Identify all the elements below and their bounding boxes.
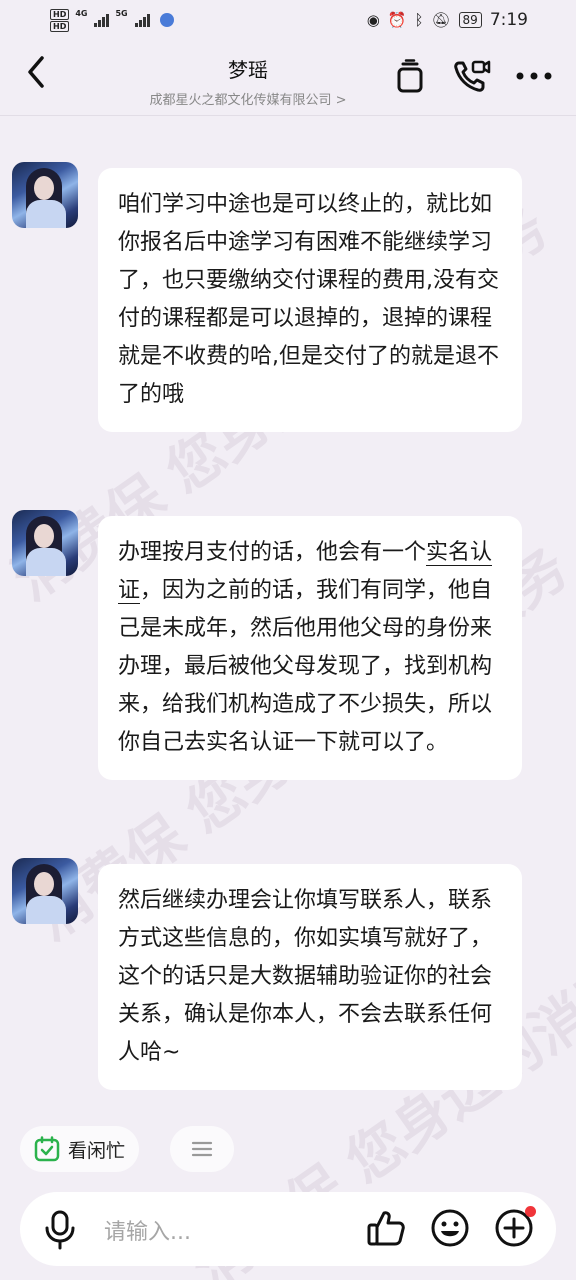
battery-icon: 89	[458, 12, 482, 28]
alarm-icon: ⏰	[387, 11, 407, 29]
back-button[interactable]	[22, 52, 62, 102]
input-bar: 请输入...	[20, 1192, 556, 1266]
avatar[interactable]	[12, 162, 78, 228]
microphone-icon	[45, 1210, 75, 1250]
message-bubble[interactable]: 咱们学习中途也是可以终止的，就比如你报名后中途学习有困难不能继续学习了，也只要缴…	[98, 168, 522, 432]
check-busy-chip[interactable]: 看闲忙	[20, 1126, 140, 1172]
calendar-check-icon	[34, 1136, 60, 1162]
title-block[interactable]: 梦瑶 成都星火之都文化传媒有限公司 >	[120, 54, 376, 108]
like-button[interactable]	[366, 1208, 406, 1248]
signal-icon	[134, 13, 150, 27]
bluetooth-icon: ᛒ	[414, 11, 424, 29]
message-bubble[interactable]: 办理按月支付的话，他会有一个实名认证，因为之前的话，我们有同学，他自己是未成年，…	[98, 516, 522, 780]
avatar[interactable]	[12, 510, 78, 576]
message-text: 办理按月支付的话，他会有一个	[118, 540, 427, 565]
eye-icon: ◉	[366, 11, 380, 29]
add-button[interactable]	[494, 1206, 536, 1248]
hd-badges: HD HD	[50, 8, 70, 32]
hd-badge: HD	[50, 8, 70, 20]
company-subtitle[interactable]: 成都星火之都文化传媒有限公司 >	[120, 89, 376, 108]
clock: 7:19	[489, 10, 528, 30]
message-input[interactable]: 请输入...	[104, 1214, 191, 1246]
emoji-button[interactable]	[430, 1208, 470, 1248]
more-button[interactable]	[514, 58, 554, 94]
message-text: 然后继续办理会让你填写联系人，联系方式这些信息的，你如实填写就好了，这个的话只是…	[118, 888, 493, 1065]
network-label: 5G	[115, 8, 128, 18]
header-divider	[0, 115, 576, 116]
message-text: ，因为之前的话，我们有同学，他自己是未成年，然后他用他父母的身份来办理，最后被他…	[118, 578, 493, 755]
network-label: 4G	[75, 8, 88, 18]
message-bubble[interactable]: 然后继续办理会让你填写联系人，联系方式这些信息的，你如实填写就好了，这个的话只是…	[98, 864, 522, 1090]
menu-icon	[191, 1141, 213, 1157]
header-actions	[390, 58, 554, 94]
status-left: HD HD 4G 5G	[50, 8, 174, 32]
mute-icon: 🔕︎	[431, 11, 451, 29]
status-right: ◉ ⏰ ᛒ 🔕︎ 89 7:19	[367, 10, 528, 30]
menu-chip[interactable]	[170, 1126, 234, 1172]
message-text: 咱们学习中途也是可以终止的，就比如你报名后中途学习有困难不能继续学习了，也只要缴…	[118, 192, 499, 407]
chip-label: 看闲忙	[68, 1139, 126, 1162]
voice-button[interactable]	[42, 1210, 78, 1254]
emoji-icon	[431, 1209, 469, 1247]
hd-badge: HD	[50, 20, 70, 32]
chat-header: 梦瑶 成都星火之都文化传媒有限公司 >	[0, 44, 576, 114]
status-bar: HD HD 4G 5G ◉ ⏰ ᛒ 🔕︎ 89 7:19	[0, 0, 576, 40]
phone-video-icon	[454, 60, 491, 92]
app-notification-icon	[159, 13, 174, 27]
more-icon	[516, 72, 552, 80]
orders-button[interactable]	[390, 58, 430, 94]
call-button[interactable]	[452, 58, 492, 94]
avatar[interactable]	[12, 858, 78, 924]
signal-icon	[94, 13, 110, 27]
thumbs-up-icon	[367, 1211, 405, 1246]
back-arrow-icon	[28, 56, 44, 88]
notification-dot	[525, 1206, 536, 1217]
page-title: 梦瑶	[228, 58, 268, 82]
copy-icon	[397, 59, 423, 93]
